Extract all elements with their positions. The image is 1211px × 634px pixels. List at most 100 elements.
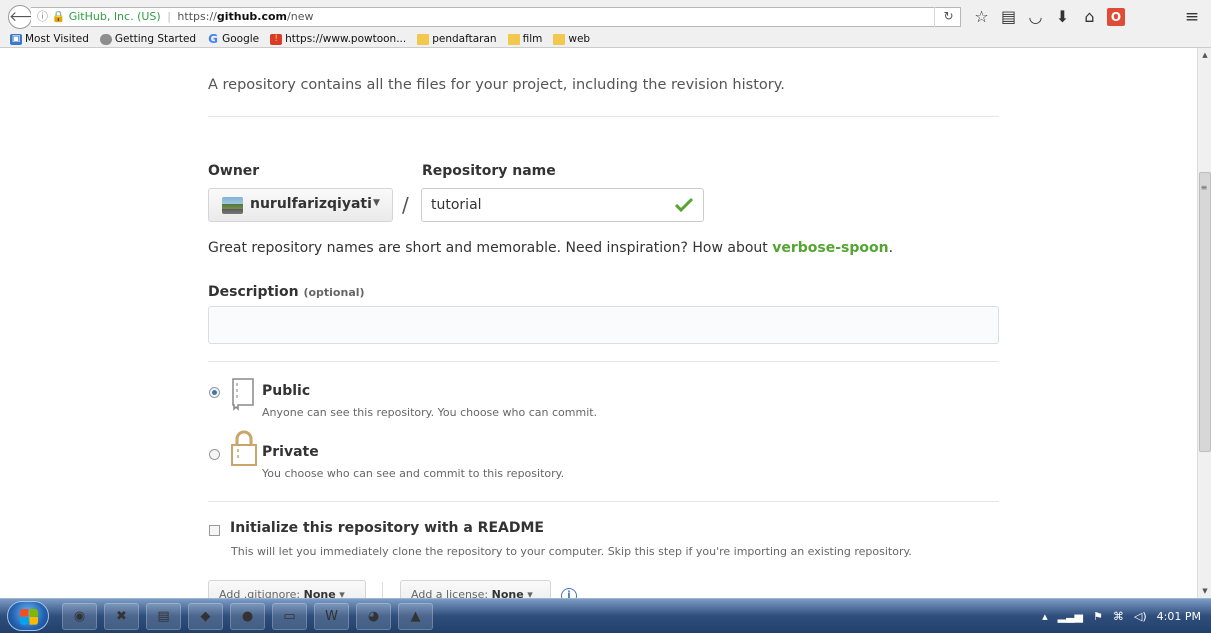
bookmark-film[interactable]: film	[507, 30, 543, 48]
bookmark-label: pendaftaran	[432, 33, 497, 45]
owner-label: Owner	[208, 163, 260, 179]
windows-logo-icon	[20, 609, 38, 625]
menu-icon[interactable]: ≡	[1181, 5, 1203, 29]
network-icon[interactable]: ⌘	[1113, 610, 1124, 623]
bookmark-folder-icon: ▣	[10, 33, 22, 45]
readme-note: This will let you immediately clone the …	[231, 545, 912, 558]
gitignore-dropdown[interactable]: Add .gitignore: None ▾	[208, 580, 366, 598]
media-player-icon[interactable]: ◉	[62, 603, 97, 630]
firefox-icon[interactable]: ◕	[356, 603, 391, 630]
network-app-icon[interactable]: ◆	[188, 603, 223, 630]
scrollbar-thumb[interactable]	[1199, 172, 1211, 452]
bookmark-label: Getting Started	[114, 33, 197, 45]
owner-repo-separator: /	[402, 193, 409, 217]
chrome-icon[interactable]: ●	[230, 603, 265, 630]
divider	[382, 582, 383, 598]
url-separator: |	[167, 10, 171, 23]
url-path: /new	[287, 10, 314, 23]
scroll-grip-icon: ≡	[1200, 183, 1208, 192]
description-input[interactable]	[208, 306, 999, 344]
readme-label[interactable]: Initialize this repository with a README	[230, 520, 544, 536]
browser-toolbar: ☆ ▤ ◡ ⬇ ⌂ O	[968, 5, 1129, 29]
hint-text: Great repository names are short and mem…	[208, 240, 773, 256]
windows-taskbar: ◉ ✖ ▤ ◆ ● ▭ W ◕ ▲ ▴ ▂▃▅ ⚑ ⌘ ◁) 4:01 PM	[0, 598, 1211, 633]
public-title: Public	[262, 383, 311, 399]
file-explorer-icon[interactable]: ▭	[272, 603, 307, 630]
vlc-icon[interactable]: ▲	[398, 603, 433, 630]
description-label: Description (optional)	[208, 284, 365, 300]
notepad-icon[interactable]: ▤	[146, 603, 181, 630]
page-content: A repository contains all the files for …	[0, 48, 1197, 598]
volume-icon[interactable]: ◁)	[1134, 610, 1147, 623]
owner-select-button[interactable]: nurulfarizqiyati ▼	[208, 188, 393, 222]
bookmark-pendaftaran[interactable]: pendaftaran	[417, 30, 497, 48]
license-dropdown[interactable]: Add a license: None ▾	[400, 580, 551, 598]
bookmark-label: Most Visited	[25, 33, 89, 45]
lock-icon: 🔒	[51, 10, 66, 23]
url-prefix: https://	[177, 10, 217, 23]
addon-icon[interactable]: O	[1107, 8, 1125, 26]
intro-text: A repository contains all the files for …	[208, 77, 785, 93]
lock-icon	[231, 430, 257, 466]
gitignore-value: None	[303, 588, 336, 598]
bookmark-most-visited[interactable]: ▣ Most Visited	[10, 30, 89, 48]
download-icon[interactable]: ⬇	[1049, 5, 1076, 29]
bookmark-getting-started[interactable]: Getting Started	[99, 30, 197, 48]
bookmarks-list-icon[interactable]: ▤	[995, 5, 1022, 29]
signal-icon: ▂▃▅	[1057, 610, 1084, 623]
suggested-name-link[interactable]: verbose-spoon	[772, 240, 888, 256]
scroll-up-icon[interactable]: ▲	[1198, 48, 1211, 62]
action-center-icon[interactable]: ⚑	[1093, 610, 1103, 623]
bookmark-powtoon[interactable]: ! https://www.powtoon...	[270, 30, 406, 48]
site-info-icon[interactable]: ⓘ	[37, 10, 48, 23]
bookmark-star-icon[interactable]: ☆	[968, 5, 995, 29]
chevron-down-icon: ▾	[339, 588, 345, 598]
xampp-icon[interactable]: ✖	[104, 603, 139, 630]
check-icon	[674, 197, 694, 213]
bookmark-label: https://www.powtoon...	[285, 33, 407, 45]
license-prefix: Add a license:	[411, 588, 489, 598]
taskbar-apps: ◉ ✖ ▤ ◆ ● ▭ W ◕ ▲	[62, 603, 433, 630]
repository-name-hint: Great repository names are short and mem…	[208, 240, 893, 256]
public-radio[interactable]	[209, 387, 220, 398]
license-value: None	[491, 588, 524, 598]
folder-icon	[507, 33, 520, 45]
back-button[interactable]: 🡐	[8, 5, 47, 29]
bookmark-web[interactable]: web	[553, 30, 590, 48]
private-radio[interactable]	[209, 449, 220, 460]
home-icon[interactable]: ⌂	[1076, 5, 1103, 29]
url-row: 🡐 ⓘ 🔒 GitHub, Inc. (US) | https://github…	[0, 5, 1211, 29]
repository-name-input[interactable]	[421, 188, 704, 222]
url-bar[interactable]: ⓘ 🔒 GitHub, Inc. (US) | https://github.c…	[31, 7, 961, 27]
globe-icon	[99, 33, 112, 45]
gitignore-prefix: Add .gitignore:	[219, 588, 301, 598]
word-icon[interactable]: W	[314, 603, 349, 630]
info-icon[interactable]: i	[561, 588, 577, 598]
folder-icon	[553, 33, 566, 45]
bookmark-label: film	[522, 33, 543, 45]
clock[interactable]: 4:01 PM	[1157, 610, 1201, 623]
private-note: You choose who can see and commit to thi…	[262, 467, 565, 480]
bookmark-google[interactable]: G Google	[207, 30, 259, 48]
repository-name-label: Repository name	[422, 163, 556, 179]
hint-end: .	[888, 240, 894, 256]
system-tray: ▴ ▂▃▅ ⚑ ⌘ ◁) 4:01 PM	[1042, 599, 1201, 634]
reload-button[interactable]: ↻	[934, 7, 962, 27]
pocket-icon[interactable]: ◡	[1022, 5, 1049, 29]
site-identity[interactable]: GitHub, Inc. (US)	[69, 10, 161, 23]
readme-checkbox[interactable]	[209, 525, 220, 536]
start-button[interactable]	[7, 601, 49, 631]
show-hidden-icons[interactable]: ▴	[1042, 610, 1048, 623]
avatar	[222, 197, 243, 214]
divider	[208, 501, 999, 502]
chevron-down-icon: ▼	[373, 198, 380, 208]
vertical-scrollbar[interactable]: ▲ ≡ ▼	[1197, 48, 1211, 598]
bookmark-label: web	[568, 33, 591, 45]
browser-chrome: 🡐 ⓘ 🔒 GitHub, Inc. (US) | https://github…	[0, 0, 1211, 48]
powtoon-icon: !	[270, 33, 283, 45]
divider	[208, 361, 999, 362]
scroll-down-icon[interactable]: ▼	[1198, 584, 1211, 598]
owner-name: nurulfarizqiyati	[250, 196, 372, 212]
divider	[208, 116, 999, 117]
google-icon: G	[208, 31, 219, 46]
